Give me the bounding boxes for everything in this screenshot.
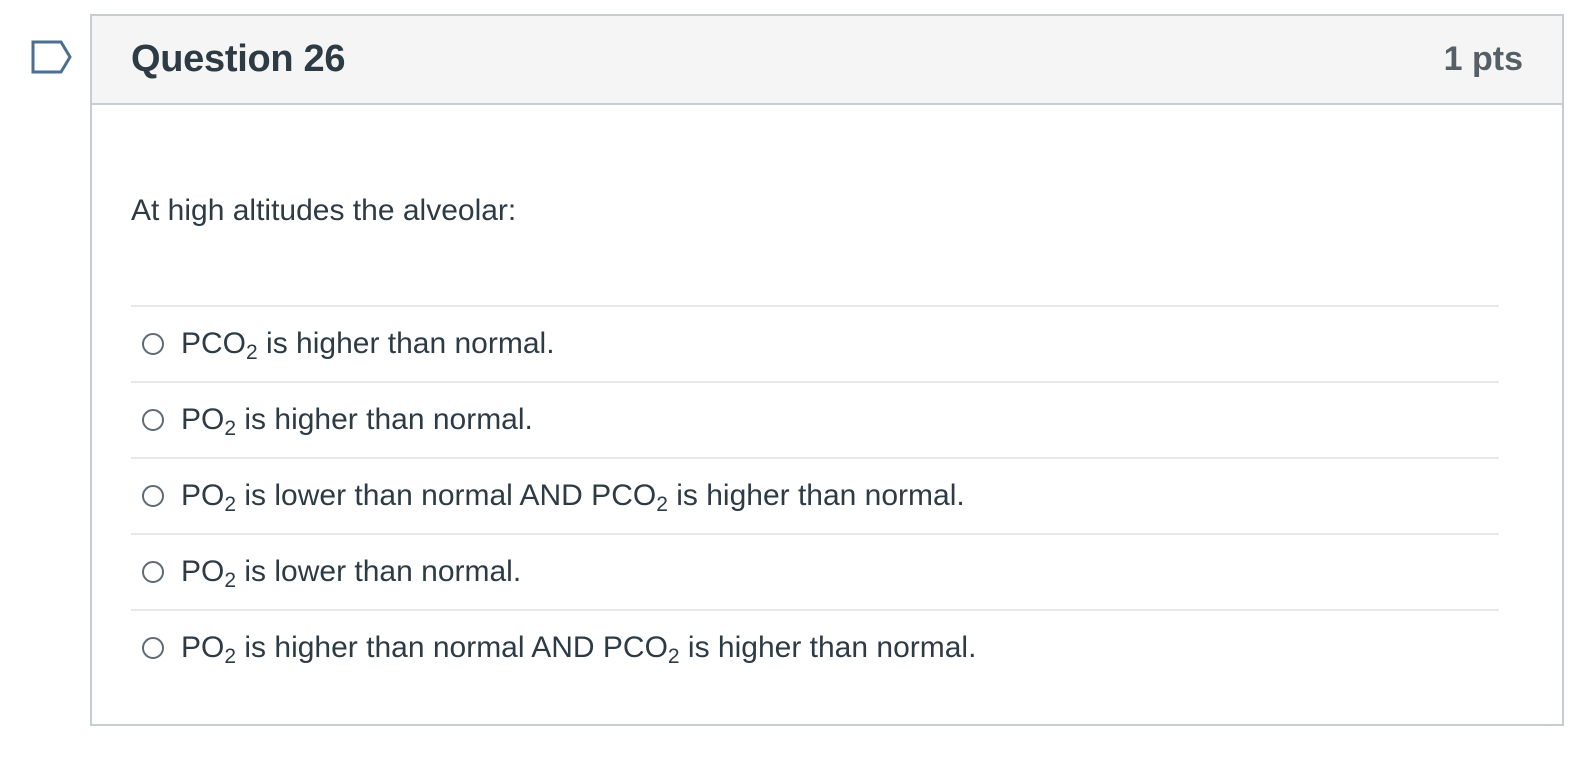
- answer-radio[interactable]: [142, 561, 164, 583]
- answer-radio[interactable]: [142, 333, 164, 355]
- answer-list: PCO2 is higher than normal. PO2 is higher…: [131, 305, 1499, 685]
- subscript: 2: [656, 493, 668, 516]
- answer-option[interactable]: PO2 is higher than normal AND PCO2 is hi…: [131, 609, 1499, 685]
- question-text: At high altitudes the alveolar:: [131, 194, 517, 227]
- answer-text: PO: [181, 479, 225, 512]
- answer-label: PCO2 is higher than normal.: [181, 327, 555, 364]
- answer-text: PO: [181, 631, 225, 664]
- answer-radio[interactable]: [142, 409, 164, 431]
- answer-option[interactable]: PCO2 is higher than normal.: [131, 305, 1499, 381]
- answer-text: PO: [181, 555, 225, 588]
- question-header: Question 26 1 pts: [92, 16, 1562, 105]
- answer-label: PO2 is lower than normal.: [181, 555, 522, 592]
- question-title: Question 26: [131, 38, 346, 80]
- subscript: 2: [224, 417, 237, 440]
- subscript: 2: [246, 341, 258, 364]
- answer-label: PO2 is lower than normal AND PCO2 is hig…: [181, 479, 965, 516]
- subscript: 2: [224, 569, 237, 592]
- subscript: 2: [667, 645, 680, 668]
- answer-text: is higher than normal.: [257, 327, 555, 360]
- answer-text: is lower than normal AND PCO: [236, 479, 657, 512]
- bookmark-flag-icon: [31, 40, 72, 74]
- question-points: 1 pts: [1443, 40, 1523, 78]
- question-card: Question 26 1 pts At high altitudes the …: [90, 14, 1564, 726]
- answer-text: is higher than normal.: [679, 631, 977, 664]
- answer-label: PO2 is higher than normal.: [181, 403, 533, 440]
- answer-text: is higher than normal.: [667, 479, 965, 512]
- answer-option[interactable]: PO2 is higher than normal.: [131, 381, 1499, 457]
- answer-text: is higher than normal AND PCO: [236, 631, 668, 664]
- answer-text: is lower than normal.: [236, 555, 522, 588]
- answer-option[interactable]: PO2 is lower than normal.: [131, 533, 1499, 609]
- answer-label: PO2 is higher than normal AND PCO2 is hi…: [181, 631, 977, 668]
- subscript: 2: [224, 645, 237, 668]
- quiz-page: Question 26 1 pts At high altitudes the …: [0, 0, 1592, 768]
- answer-text: PCO: [181, 327, 247, 360]
- answer-text: is higher than normal.: [236, 403, 533, 436]
- flag-question-icon[interactable]: [31, 40, 73, 74]
- answer-option[interactable]: PO2 is lower than normal AND PCO2 is hig…: [131, 457, 1499, 533]
- answer-radio[interactable]: [142, 637, 164, 659]
- answer-radio[interactable]: [142, 485, 164, 507]
- answer-text: PO: [181, 403, 225, 436]
- subscript: 2: [224, 493, 237, 516]
